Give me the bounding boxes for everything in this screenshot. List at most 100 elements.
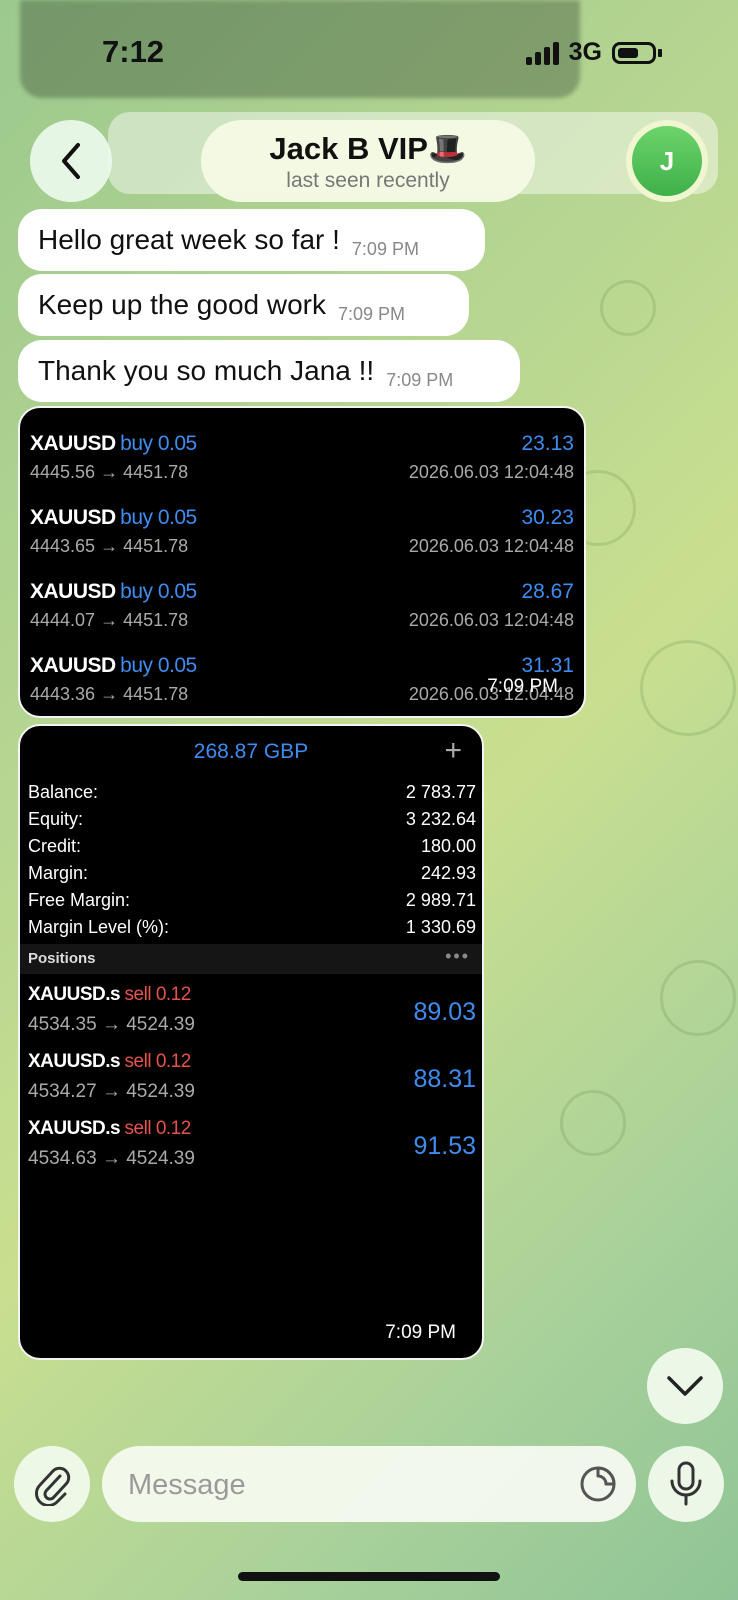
paperclip-icon — [35, 1466, 71, 1506]
trade-side: buy 0.05 — [120, 506, 197, 529]
account-row: Equity: 3 232.64 — [28, 809, 476, 836]
account-row: Credit: 180.00 — [28, 836, 476, 863]
status-bar: 7:12 3G — [0, 0, 738, 110]
trade-profit: 23.13 — [521, 432, 574, 455]
position-symbol: XAUUSD.s — [28, 984, 121, 1005]
trade-prices: 4445.56 → 4451.78 — [30, 462, 189, 482]
message-input[interactable] — [126, 1464, 560, 1506]
message-text: Keep up the good work — [38, 289, 326, 320]
home-indicator[interactable] — [238, 1572, 500, 1581]
account-row-label: Credit: — [28, 836, 82, 856]
positions-label: Positions — [28, 950, 96, 967]
position-row: XAUUSD.s sell 0.12 4534.35 → 4524.39 89.… — [28, 984, 476, 1046]
back-button[interactable] — [30, 120, 112, 202]
attach-button[interactable] — [14, 1446, 90, 1522]
position-row: XAUUSD.s sell 0.12 4534.27 → 4524.39 88.… — [28, 1051, 476, 1113]
trade-prices: 4443.65 → 4451.78 — [30, 536, 189, 556]
contact-status: last seen recently — [286, 169, 450, 192]
account-row-value: 3 232.64 — [405, 809, 476, 829]
account-total: 268.87 GBP — [193, 740, 309, 763]
avatar[interactable]: J — [626, 120, 708, 202]
sticker-icon[interactable] — [578, 1464, 618, 1504]
account-row-value: 1 330.69 — [405, 917, 476, 937]
trade-profit: 30.23 — [521, 506, 574, 529]
position-side: sell 0.12 — [124, 1118, 192, 1139]
microphone-icon — [670, 1461, 702, 1506]
battery-icon — [612, 41, 656, 64]
trade-date: 2026.06.03 12:04:48 — [408, 536, 574, 556]
message-bubble[interactable]: Keep up the good work 7:09 PM — [18, 274, 469, 336]
signal-icon — [525, 41, 559, 65]
scroll-down-button[interactable] — [647, 1348, 723, 1424]
trade-side: buy 0.05 — [120, 580, 197, 603]
trade-row: XAUUSD buy 0.05 23.13 4445.56 → 4451.78 … — [30, 432, 574, 492]
trade-symbol: XAUUSD — [30, 654, 116, 677]
message-text: Hello great week so far ! — [38, 224, 340, 255]
trade-symbol: XAUUSD — [30, 580, 116, 603]
microphone-button[interactable] — [648, 1446, 724, 1522]
account-row-value: 2 989.71 — [405, 890, 476, 910]
account-row: Balance: 2 783.77 — [28, 782, 476, 809]
chevron-down-icon — [667, 1376, 703, 1396]
position-profit: 89.03 — [413, 998, 476, 1026]
account-image-message[interactable]: 268.87 GBP + Balance: 2 783.77 Equity: 3… — [18, 724, 484, 1360]
message-time: 7:09 PM — [487, 676, 558, 697]
position-symbol: XAUUSD.s — [28, 1118, 121, 1139]
message-time: 7:09 PM — [351, 238, 419, 259]
trade-prices: 4444.07 → 4451.78 — [30, 610, 189, 630]
account-row-label: Margin: — [28, 863, 89, 883]
trade-symbol: XAUUSD — [30, 432, 116, 455]
more-icon: ••• — [445, 946, 470, 966]
account-row-value: 242.93 — [420, 863, 476, 883]
position-symbol: XAUUSD.s — [28, 1051, 121, 1072]
trade-profit: 31.31 — [521, 654, 574, 677]
account-row: Margin Level (%): 1 330.69 — [28, 917, 476, 944]
position-side: sell 0.12 — [124, 1051, 192, 1072]
status-indicators: 3G — [525, 38, 662, 67]
position-prices: 4534.35 → 4524.39 — [28, 1014, 195, 1035]
trade-symbol: XAUUSD — [30, 506, 116, 529]
trade-side: buy 0.05 — [120, 432, 197, 455]
trades-image-message[interactable]: XAUUSD buy 0.05 23.13 4445.56 → 4451.78 … — [18, 406, 586, 718]
background-doodle — [660, 960, 736, 1036]
status-time: 7:12 — [102, 34, 165, 69]
positions-header: Positions ••• — [20, 944, 482, 974]
message-bubble[interactable]: Thank you so much Jana !! 7:09 PM — [18, 340, 520, 402]
message-input-container[interactable] — [102, 1446, 636, 1522]
account-row-value: 180.00 — [420, 836, 476, 856]
contact-name: Jack B VIP🎩 — [269, 131, 467, 166]
position-prices: 4534.63 → 4524.39 — [28, 1148, 195, 1169]
avatar-letter: J — [632, 126, 702, 196]
position-prices: 4534.27 → 4524.39 — [28, 1081, 195, 1102]
background-doodle — [600, 280, 656, 336]
account-row-label: Free Margin: — [28, 890, 131, 910]
position-profit: 91.53 — [413, 1132, 476, 1160]
trade-row: XAUUSD buy 0.05 30.23 4443.65 → 4451.78 … — [30, 506, 574, 566]
chevron-left-icon — [62, 143, 80, 179]
network-type: 3G — [568, 38, 602, 66]
account-row-value: 2 783.77 — [405, 782, 476, 802]
position-side: sell 0.12 — [124, 984, 192, 1005]
trade-prices: 4443.36 → 4451.78 — [30, 684, 189, 704]
account-row: Margin: 242.93 — [28, 863, 476, 890]
trade-date: 2026.06.03 12:04:48 — [408, 462, 574, 482]
trade-date: 2026.06.03 12:04:48 — [408, 610, 574, 630]
message-time: 7:09 PM — [337, 303, 406, 324]
chat-title[interactable]: Jack B VIP🎩 last seen recently — [201, 120, 535, 202]
battery-tip — [658, 48, 662, 57]
message-time: 7:09 PM — [386, 369, 454, 390]
account-row-label: Equity: — [28, 809, 84, 829]
background-doodle — [560, 1090, 626, 1156]
message-text: Thank you so much Jana !! — [38, 355, 375, 386]
message-time: 7:09 PM — [385, 1322, 456, 1343]
background-doodle — [640, 640, 736, 736]
trade-side: buy 0.05 — [120, 654, 197, 677]
plus-icon: + — [444, 734, 462, 767]
message-bubble[interactable]: Hello great week so far ! 7:09 PM — [18, 209, 485, 271]
account-row-label: Balance: — [28, 782, 99, 802]
position-row: XAUUSD.s sell 0.12 4534.63 → 4524.39 91.… — [28, 1118, 476, 1180]
trade-profit: 28.67 — [521, 580, 574, 603]
position-profit: 88.31 — [413, 1065, 476, 1093]
account-row-label: Margin Level (%): — [28, 917, 170, 937]
account-row: Free Margin: 2 989.71 — [28, 890, 476, 917]
